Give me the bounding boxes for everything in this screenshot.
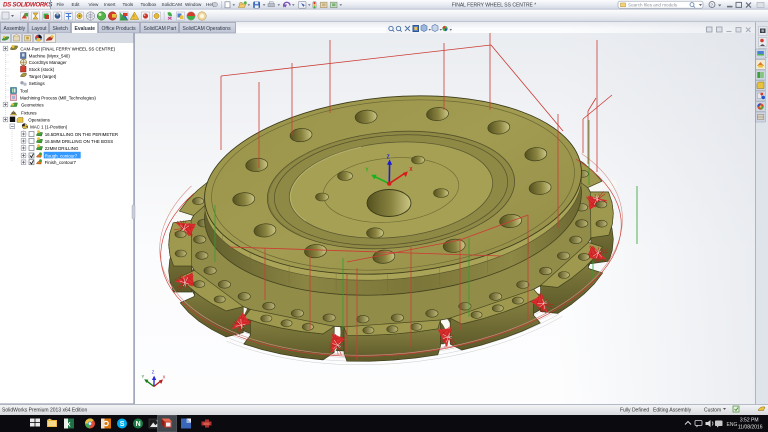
svg-text:Stock (stock): Stock (stock) — [29, 67, 55, 72]
svg-text:!: ! — [133, 15, 134, 21]
svg-text:Edit: Edit — [72, 2, 81, 7]
svg-text:Evaluate: Evaluate — [75, 26, 96, 32]
svg-text:Machining Process (Mill_Techno: Machining Process (Mill_Technologies) — [20, 95, 96, 100]
svg-text:Tools: Tools — [123, 2, 134, 7]
svg-text:SolidCAM Part: SolidCAM Part — [144, 26, 177, 32]
svg-text:N: N — [136, 421, 141, 428]
svg-text:?: ? — [710, 3, 713, 8]
svg-text:Editing Assembly: Editing Assembly — [653, 408, 692, 414]
svg-text:Z: Z — [152, 369, 155, 374]
svg-text:3:52 PM: 3:52 PM — [740, 418, 759, 424]
svg-text:Settings: Settings — [29, 81, 46, 86]
svg-text:Finish_contour7: Finish_contour7 — [45, 160, 77, 165]
svg-text:File: File — [57, 2, 65, 7]
svg-text:S: S — [120, 421, 125, 428]
svg-text:Window: Window — [185, 2, 202, 7]
svg-text:Custom: Custom — [704, 408, 721, 414]
svg-text:SolidCAM: SolidCAM — [162, 2, 183, 7]
svg-text:FINAL FERRY WHEEL SS CENTRE *: FINAL FERRY WHEEL SS CENTRE * — [452, 2, 537, 8]
svg-text:SolidWorks Premium 2013 x64 Ed: SolidWorks Premium 2013 x64 Edition — [2, 408, 87, 414]
svg-text:Rough_contour7: Rough_contour7 — [45, 154, 78, 159]
svg-text:Fully Defined: Fully Defined — [620, 408, 649, 414]
svg-text:MAC 1 (1-Position): MAC 1 (1-Position) — [30, 124, 68, 129]
svg-text:CoordSys Manager: CoordSys Manager — [29, 60, 67, 65]
svg-text:Y: Y — [142, 374, 145, 379]
svg-text:16.5DRILLING ON THE PERIMETER: 16.5DRILLING ON THE PERIMETER — [45, 132, 118, 137]
svg-text:X: X — [66, 422, 71, 429]
svg-text:11/08/2016: 11/08/2016 — [738, 425, 763, 431]
svg-text:Fixtures: Fixtures — [21, 111, 37, 116]
svg-text:Insert: Insert — [104, 2, 116, 7]
svg-text:Machine (Mynx_540): Machine (Mynx_540) — [29, 53, 71, 58]
svg-text:Search files and models: Search files and models — [628, 2, 678, 7]
svg-text:DS SOLIDWORKS: DS SOLIDWORKS — [3, 2, 53, 9]
svg-text:Toolbox: Toolbox — [141, 2, 158, 7]
svg-text:Sketch: Sketch — [53, 26, 69, 32]
svg-text:22MM DRILLING: 22MM DRILLING — [45, 146, 79, 151]
svg-text:Office Products: Office Products — [102, 26, 137, 32]
svg-text:SolidCAM Operations: SolidCAM Operations — [183, 26, 232, 32]
svg-text:Tool: Tool — [20, 88, 28, 93]
svg-text:Geometries: Geometries — [21, 102, 44, 107]
svg-text:Target (target): Target (target) — [29, 74, 57, 79]
svg-text:Assembly: Assembly — [4, 26, 26, 32]
svg-text:Operations: Operations — [28, 117, 50, 122]
svg-text:Z: Z — [387, 154, 390, 160]
svg-text:Layout: Layout — [32, 26, 48, 32]
svg-text:CAM-Part (FINAL FERRY WHEEL SS: CAM-Part (FINAL FERRY WHEEL SS CENTRE) — [20, 46, 115, 51]
svg-text:ENG: ENG — [727, 422, 738, 428]
svg-text:16.5MM DRILLING ON THE BOSS: 16.5MM DRILLING ON THE BOSS — [45, 139, 114, 144]
svg-text:View: View — [89, 2, 100, 7]
svg-text:X: X — [163, 375, 166, 380]
